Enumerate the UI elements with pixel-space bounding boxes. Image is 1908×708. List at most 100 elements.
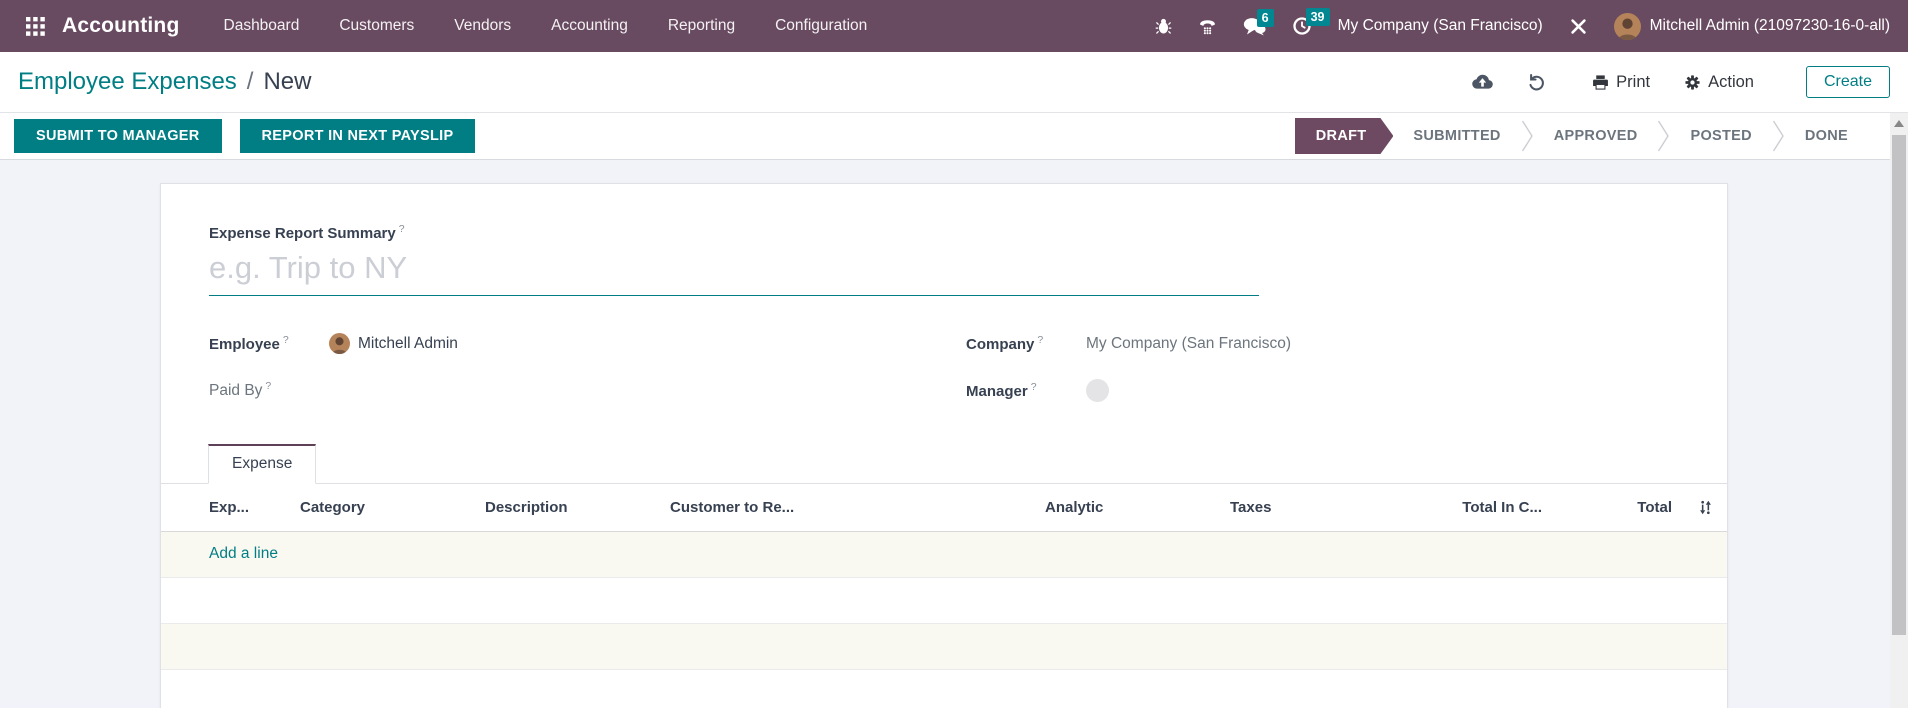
- employee-avatar: [329, 333, 350, 354]
- notebook-tabs: Expense: [161, 444, 1727, 484]
- field-column-right: Company? My Company (San Francisco) Mana…: [966, 320, 1679, 414]
- company-switcher[interactable]: My Company (San Francisco): [1338, 17, 1543, 35]
- company-label: Company?: [966, 334, 1086, 353]
- col-taxes[interactable]: Taxes: [1224, 484, 1404, 531]
- breadcrumb-separator: /: [247, 68, 254, 96]
- empty-row: [161, 623, 1727, 669]
- statusbar: SUBMIT TO MANAGER REPORT IN NEXT PAYSLIP…: [0, 113, 1908, 160]
- col-customer-to-reinvoice[interactable]: Customer to Re...: [664, 484, 1039, 531]
- company-field-row: Company? My Company (San Francisco): [966, 320, 1679, 367]
- discard-undo-icon[interactable]: [1527, 73, 1546, 92]
- summary-help-marker[interactable]: ?: [399, 223, 405, 235]
- menu-configuration[interactable]: Configuration: [775, 17, 867, 35]
- action-label: Action: [1708, 73, 1754, 92]
- manager-label: Manager?: [966, 381, 1086, 400]
- menu-accounting[interactable]: Accounting: [551, 17, 628, 35]
- debug-bug-icon[interactable]: [1155, 17, 1172, 35]
- manager-help-marker[interactable]: ?: [1031, 381, 1037, 393]
- breadcrumb: Employee Expenses / New: [18, 68, 311, 96]
- company-help-marker[interactable]: ?: [1037, 334, 1043, 346]
- phone-icon[interactable]: [1198, 17, 1217, 35]
- control-panel-actions: Print Action Create: [1472, 66, 1890, 98]
- paid-by-field-row: Paid By?: [209, 367, 966, 414]
- chevron-separator-icon: [1521, 119, 1534, 153]
- col-analytic[interactable]: Analytic: [1039, 484, 1224, 531]
- field-grid: Employee? Mitchell Admin Paid By?: [209, 320, 1679, 414]
- col-expense-date[interactable]: Exp...: [161, 484, 294, 531]
- manager-value[interactable]: [1086, 379, 1109, 402]
- employee-label: Employee?: [209, 334, 329, 353]
- action-button[interactable]: Action: [1684, 73, 1754, 92]
- col-total-in-currency[interactable]: Total In C...: [1404, 484, 1554, 531]
- submit-to-manager-button[interactable]: SUBMIT TO MANAGER: [14, 119, 222, 153]
- state-approved[interactable]: APPROVED: [1534, 128, 1658, 144]
- messages-count-badge: 6: [1257, 9, 1274, 27]
- state-draft[interactable]: DRAFT: [1295, 118, 1394, 154]
- report-in-next-payslip-button[interactable]: REPORT IN NEXT PAYSLIP: [240, 119, 476, 153]
- employee-help-marker[interactable]: ?: [283, 334, 289, 346]
- paid-by-label: Paid By?: [209, 380, 329, 400]
- empty-row: [161, 577, 1727, 623]
- state-submitted[interactable]: SUBMITTED: [1393, 128, 1520, 144]
- employee-label-text: Employee: [209, 336, 280, 353]
- add-a-line-link[interactable]: Add a line: [167, 545, 278, 563]
- breadcrumb-employee-expenses[interactable]: Employee Expenses: [18, 68, 237, 96]
- chevron-separator-icon: [1657, 119, 1670, 153]
- create-button[interactable]: Create: [1806, 66, 1890, 98]
- col-category[interactable]: Category: [294, 484, 479, 531]
- menu-customers[interactable]: Customers: [339, 17, 414, 35]
- employee-value[interactable]: Mitchell Admin: [329, 333, 458, 354]
- optional-columns-toggle[interactable]: [1684, 484, 1727, 531]
- scrollbar-up-arrow-icon[interactable]: [1894, 120, 1904, 127]
- status-pipeline: DRAFT SUBMITTED APPROVED POSTED DONE: [1295, 118, 1868, 154]
- paid-by-help-marker[interactable]: ?: [265, 380, 271, 392]
- summary-label-text: Expense Report Summary: [209, 225, 396, 242]
- top-navbar: Accounting Dashboard Customers Vendors A…: [0, 0, 1908, 52]
- col-description[interactable]: Description: [479, 484, 664, 531]
- tab-expense[interactable]: Expense: [208, 444, 316, 484]
- manager-avatar-placeholder: [1086, 379, 1109, 402]
- main-content: Expense Report Summary? Employee?: [0, 160, 1908, 708]
- activities-count-badge: 39: [1306, 8, 1330, 26]
- odoo-window: Accounting Dashboard Customers Vendors A…: [0, 0, 1908, 708]
- menu-vendors[interactable]: Vendors: [454, 17, 511, 35]
- expense-report-form-sheet: Expense Report Summary? Employee?: [160, 183, 1728, 708]
- app-name[interactable]: Accounting: [62, 14, 180, 38]
- state-done[interactable]: DONE: [1785, 128, 1868, 144]
- activities-clock-icon[interactable]: 39: [1292, 16, 1312, 36]
- company-label-text: Company: [966, 336, 1034, 353]
- add-line-row: Add a line: [161, 531, 1727, 577]
- summary-field-label: Expense Report Summary?: [209, 223, 1727, 242]
- table-header-row: Exp... Category Description Customer to …: [161, 484, 1727, 531]
- employee-field-row: Employee? Mitchell Admin: [209, 320, 966, 367]
- employee-name: Mitchell Admin: [358, 335, 458, 353]
- messages-icon[interactable]: 6: [1243, 17, 1266, 36]
- expense-lines-table: Exp... Category Description Customer to …: [161, 484, 1727, 708]
- col-total[interactable]: Total: [1554, 484, 1684, 531]
- menu-dashboard[interactable]: Dashboard: [224, 17, 300, 35]
- summary-input[interactable]: [209, 246, 1259, 296]
- chevron-separator-icon: [1772, 119, 1785, 153]
- tools-icon[interactable]: [1569, 17, 1588, 36]
- main-menu: Dashboard Customers Vendors Accounting R…: [224, 17, 868, 35]
- manager-field-row: Manager?: [966, 367, 1679, 414]
- paid-by-label-text: Paid By: [209, 383, 262, 400]
- cloud-upload-icon[interactable]: [1472, 74, 1493, 90]
- field-column-left: Employee? Mitchell Admin Paid By?: [209, 320, 966, 414]
- state-posted[interactable]: POSTED: [1670, 128, 1771, 144]
- user-name: Mitchell Admin (21097230-16-0-all): [1650, 17, 1890, 35]
- empty-row: [161, 669, 1727, 708]
- manager-label-text: Manager: [966, 383, 1028, 400]
- print-label: Print: [1616, 73, 1650, 92]
- apps-grid-icon[interactable]: [18, 9, 52, 43]
- user-avatar: [1614, 13, 1641, 40]
- systray: 6 39 My Company (San Francisco): [1155, 13, 1890, 40]
- company-value[interactable]: My Company (San Francisco): [1086, 335, 1291, 353]
- breadcrumb-current: New: [263, 68, 311, 96]
- user-menu[interactable]: Mitchell Admin (21097230-16-0-all): [1614, 13, 1890, 40]
- print-button[interactable]: Print: [1592, 73, 1650, 92]
- vertical-scrollbar[interactable]: [1890, 113, 1908, 708]
- scrollbar-thumb[interactable]: [1892, 135, 1906, 635]
- menu-reporting[interactable]: Reporting: [668, 17, 735, 35]
- control-panel: Employee Expenses / New: [0, 52, 1908, 113]
